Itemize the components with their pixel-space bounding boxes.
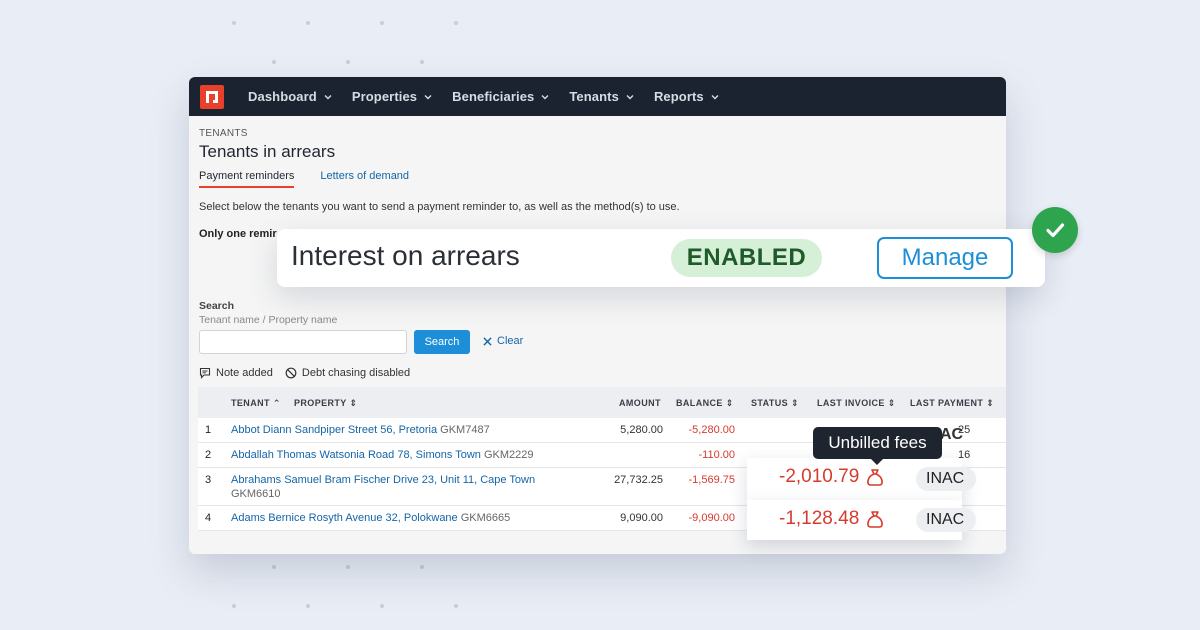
row-number: 1 — [205, 424, 212, 436]
balance-cell: -110.00 — [698, 449, 736, 461]
header-tenant[interactable]: TENANT ⌃ — [231, 398, 281, 409]
chevron-down-icon — [626, 94, 634, 99]
decor-dot — [420, 60, 424, 64]
row-number: 4 — [205, 512, 212, 524]
nav-item-label: Properties — [351, 89, 418, 104]
header-status[interactable]: STATUS ⇕ — [751, 398, 799, 409]
decor-dot — [306, 21, 310, 25]
search-label: Search — [199, 300, 235, 312]
clear-label: Clear — [497, 335, 524, 347]
search-hint: Tenant name / Property name — [199, 314, 338, 326]
amount-cell: 9,090.00 — [620, 512, 663, 524]
nav-item-label: Reports — [653, 89, 704, 104]
decor-dot — [454, 21, 458, 25]
ban-icon — [285, 367, 297, 379]
header-last-invoice[interactable]: LAST INVOICE ⇕ — [817, 398, 896, 409]
invoice-card[interactable]: -1,128.48 INAC — [747, 500, 976, 540]
status-badge: INAC — [916, 467, 976, 491]
row-number: 2 — [205, 449, 212, 461]
top-nav: Dashboard Properties Beneficiaries Tenan… — [189, 77, 1006, 116]
money-bag-icon — [867, 469, 884, 486]
legend-debt-chasing-disabled: Debt chasing disabled — [285, 367, 410, 379]
banner-title: Interest on arrears — [291, 240, 520, 271]
status-badge: INAC — [916, 508, 976, 532]
note-icon — [199, 367, 211, 379]
interest-banner: Interest on arrears ENABLED Manage — [277, 229, 1045, 287]
check-icon — [1032, 207, 1078, 253]
amount-cell: 27,732.25 — [614, 474, 663, 486]
tab-bar: Payment reminders Letters of demand — [199, 170, 996, 188]
balance-cell: -5,280.00 — [688, 424, 735, 436]
decor-dot — [380, 21, 384, 25]
manage-button[interactable]: Manage — [877, 237, 1013, 279]
decor-dot — [272, 565, 276, 569]
invoice-amount: -1,128.48 — [779, 508, 885, 530]
decor-dot — [420, 565, 424, 569]
nav-item-properties[interactable]: Properties — [352, 89, 433, 104]
breadcrumb: TENANTS — [199, 128, 248, 139]
tenant-link[interactable]: Abbot Diann Sandpiper Street 56, Pretori… — [231, 424, 490, 436]
tenant-link[interactable]: Abdallah Thomas Watsonia Road 78, Simons… — [231, 449, 533, 461]
enabled-badge: ENABLED — [671, 239, 822, 277]
header-last-payment[interactable]: LAST PAYMENT ⇕ — [910, 398, 994, 409]
legend-note-label: Note added — [216, 367, 273, 379]
chevron-down-icon — [711, 94, 719, 99]
legend-debt-label: Debt chasing disabled — [301, 367, 411, 379]
nav-item-reports[interactable]: Reports — [654, 89, 720, 104]
balance-cell: -9,090.00 — [688, 512, 735, 524]
table-header: TENANT ⌃ PROPERTY ⇕ AMOUNT BALANCE ⇕ STA… — [198, 387, 1006, 418]
page-title: Tenants in arrears — [199, 142, 336, 161]
nav-item-dashboard[interactable]: Dashboard — [248, 89, 333, 104]
nav-item-beneficiaries[interactable]: Beneficiaries — [452, 89, 550, 104]
tenant-link[interactable]: Abrahams Samuel Bram Fischer Drive 23, U… — [231, 474, 535, 486]
decor-dot — [232, 21, 236, 25]
amount-cell: 5,280.00 — [620, 424, 663, 436]
brand-logo-icon[interactable] — [200, 84, 224, 109]
chevron-down-icon — [541, 94, 549, 99]
property-code: GKM6610 — [231, 488, 281, 500]
clear-button[interactable]: Clear — [483, 335, 523, 347]
unbilled-fees-tooltip: Unbilled fees — [813, 427, 942, 465]
decor-dot — [272, 60, 276, 64]
search-button[interactable]: Search — [414, 330, 470, 354]
nav-item-tenants[interactable]: Tenants — [569, 89, 635, 104]
last-payment-cell: 25 — [958, 424, 971, 436]
page-content: TENANTS Tenants in arrears Payment remin… — [189, 116, 1006, 188]
header-amount[interactable]: AMOUNT — [619, 398, 661, 408]
decor-dot — [306, 604, 310, 608]
nav-item-label: Beneficiaries — [452, 89, 535, 104]
money-bag-icon — [867, 511, 884, 528]
decor-dot — [454, 604, 458, 608]
header-balance[interactable]: BALANCE ⇕ — [676, 398, 734, 409]
chevron-down-icon — [424, 94, 432, 99]
decor-dot — [346, 565, 350, 569]
nav-item-label: Tenants — [569, 89, 619, 104]
header-property[interactable]: PROPERTY ⇕ — [294, 398, 357, 409]
only-one-text: Only one remir — [199, 228, 277, 240]
nav-item-label: Dashboard — [248, 89, 317, 104]
decor-dot — [232, 604, 236, 608]
tenant-link[interactable]: Adams Bernice Rosyth Avenue 32, Polokwan… — [231, 512, 510, 524]
legend: Note added Debt chasing disabled — [199, 367, 422, 379]
invoice-card[interactable]: -2,010.79 INAC — [747, 458, 976, 500]
tab-letters-of-demand[interactable]: Letters of demand — [320, 170, 409, 188]
decor-dot — [346, 60, 350, 64]
search-input[interactable] — [199, 330, 407, 354]
legend-note-added: Note added — [199, 367, 273, 379]
close-icon — [483, 336, 492, 346]
page-description: Select below the tenants you want to sen… — [199, 201, 680, 213]
balance-cell: -1,569.75 — [688, 474, 735, 486]
decor-dot — [380, 604, 384, 608]
invoice-amount: -2,010.79 — [779, 466, 885, 488]
tab-payment-reminders[interactable]: Payment reminders — [199, 170, 295, 188]
chevron-down-icon — [324, 94, 332, 99]
row-number: 3 — [205, 474, 212, 486]
